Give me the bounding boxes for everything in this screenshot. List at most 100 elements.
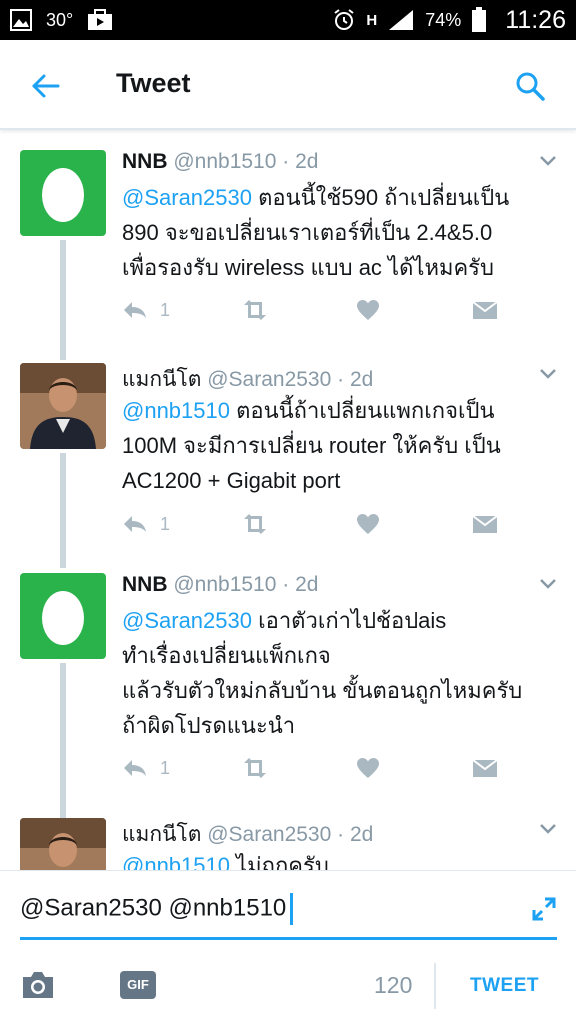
tweet-text-line: แล้วรับตัวใหม่กลับบ้าน ขั้นตอนถูกไหมครับ: [122, 678, 523, 703]
user-name[interactable]: แมกนีโต: [122, 368, 201, 391]
tweet-text-line: ไม่ถูกครับ: [229, 853, 329, 870]
tweet-item[interactable]: แมกนีโต @Saran2530 · 2d @nnb1510 ตอนนี้ถ…: [0, 363, 576, 568]
tweet-item[interactable]: แมกนีโต @Saran2530 · 2d @nnb1510 ไม่ถูกค…: [0, 818, 576, 870]
tweet-item[interactable]: NNB @nnb1510 · 2d @Saran2530 ตอนนี้ใช้59…: [0, 150, 576, 360]
reply-button[interactable]: 1: [122, 295, 170, 325]
retweet-icon: [244, 514, 266, 534]
user-handle[interactable]: @nnb1510: [173, 150, 276, 173]
mention-link[interactable]: @nnb1510: [122, 853, 230, 870]
arrow-left-icon[interactable]: [28, 68, 64, 104]
reply-count: 1: [160, 513, 171, 534]
tweet-text: @Saran2530 เอาตัวเก่าไปช้อปais ทำเรื่องเ…: [122, 603, 562, 743]
user-photo-icon: [20, 818, 106, 870]
user-name[interactable]: NNB: [122, 150, 168, 173]
gif-button[interactable]: GIF: [120, 971, 156, 999]
retweet-icon: [244, 758, 266, 778]
tweet-text-line: เอาตัวเก่าไปช้อปais: [251, 608, 447, 633]
egg-avatar-icon: [42, 168, 84, 222]
direct-message-button[interactable]: [472, 509, 498, 539]
like-button[interactable]: [356, 295, 380, 325]
egg-avatar-icon: [42, 591, 84, 645]
text-cursor: [290, 893, 294, 925]
compose-input-text: @Saran2530 @nnb1510: [20, 894, 287, 922]
reply-composer: @Saran2530 @nnb1510 GIF 120 TWEET: [0, 870, 576, 1024]
chevron-down-icon[interactable]: [538, 577, 558, 591]
search-icon[interactable]: [512, 68, 548, 104]
envelope-icon: [472, 301, 498, 319]
like-button[interactable]: [356, 509, 380, 539]
battery-percent-text: 74%: [425, 9, 462, 30]
chevron-down-icon[interactable]: [538, 154, 558, 168]
camera-icon[interactable]: [20, 969, 56, 1001]
tweet-time: 2d: [295, 150, 319, 173]
mention-link[interactable]: @Saran2530: [122, 185, 252, 210]
retweet-button[interactable]: [240, 753, 270, 783]
tweet-time: 2d: [349, 823, 374, 846]
reply-icon: [124, 302, 146, 318]
user-handle[interactable]: @Saran2530: [207, 823, 331, 846]
reply-icon: [124, 760, 146, 776]
compose-input[interactable]: @Saran2530 @nnb1510: [20, 893, 294, 925]
retweet-button[interactable]: [240, 509, 270, 539]
avatar[interactable]: [20, 363, 106, 449]
tweet-text-line: ทำเรื่องเปลี่ยนแพ็กเกจ: [122, 643, 331, 668]
tweet-time: 2d: [295, 573, 319, 596]
clock-text: 11:26: [505, 5, 566, 34]
like-button[interactable]: [356, 753, 380, 783]
tweet-button[interactable]: TWEET: [470, 975, 539, 997]
avatar[interactable]: [20, 818, 106, 870]
network-type-text: H: [366, 11, 378, 29]
alarm-icon: [334, 9, 355, 30]
retweet-icon: [244, 300, 266, 320]
gallery-icon: [10, 9, 32, 31]
user-handle[interactable]: @nnb1510: [173, 573, 276, 596]
tweet-text: @nnb1510 ไม่ถูกครับ: [122, 848, 562, 870]
tweet-text-line: ตอนนี้ถ้าเปลี่ยนแพกเกจเป็น: [229, 398, 495, 423]
user-name[interactable]: NNB: [122, 573, 168, 596]
character-count: 120: [374, 972, 413, 998]
thread-line: [60, 453, 66, 568]
tweet-text-line: เพื่อรองรับ wireless แบบ ac ได้ไหมครับ: [122, 255, 494, 280]
signal-icon: [389, 10, 414, 30]
battery-icon: [472, 7, 487, 32]
envelope-icon: [472, 515, 498, 533]
user-name[interactable]: แมกนีโต: [122, 823, 201, 846]
envelope-icon: [472, 759, 498, 777]
briefcase-icon: [88, 9, 113, 30]
direct-message-button[interactable]: [472, 753, 498, 783]
time-separator: ·: [337, 823, 345, 846]
tweet-header: NNB @nnb1510 · 2d: [122, 573, 318, 597]
tweet-actions: 1: [122, 753, 522, 783]
mention-link[interactable]: @nnb1510: [122, 398, 230, 423]
reply-icon: [124, 516, 146, 532]
tweet-text-line: ตอนนี้ใช้590 ถ้าเปลี่ยนเป็น: [251, 185, 510, 210]
temperature-text: 30°: [46, 9, 74, 30]
heart-icon: [357, 514, 379, 534]
time-separator: ·: [282, 573, 290, 596]
tweet-text-line: ถ้าผิดโปรดแนะนำ: [122, 713, 296, 738]
tweet-actions: 1: [122, 509, 522, 539]
chevron-down-icon[interactable]: [538, 822, 558, 836]
thread-line: [60, 240, 66, 360]
mention-link[interactable]: @Saran2530: [122, 608, 252, 633]
reply-count: 1: [160, 757, 171, 778]
tweet-item[interactable]: NNB @nnb1510 · 2d @Saran2530 เอาตัวเก่าไ…: [0, 573, 576, 818]
reply-button[interactable]: 1: [122, 753, 170, 783]
app-bar: Tweet: [0, 40, 576, 130]
avatar[interactable]: [20, 573, 106, 659]
expand-icon[interactable]: [530, 895, 558, 923]
user-handle[interactable]: @Saran2530: [207, 368, 331, 391]
divider: [434, 963, 436, 1009]
user-photo-icon: [20, 363, 106, 449]
chevron-down-icon[interactable]: [538, 367, 558, 381]
direct-message-button[interactable]: [472, 295, 498, 325]
avatar[interactable]: [20, 150, 106, 236]
reply-button[interactable]: 1: [122, 509, 170, 539]
retweet-button[interactable]: [240, 295, 270, 325]
tweet-text: @nnb1510 ตอนนี้ถ้าเปลี่ยนแพกเกจเป็น 100M…: [122, 393, 562, 498]
tweet-time: 2d: [349, 368, 374, 391]
tweet-text-line: AC1200 + Gigabit port: [122, 468, 341, 493]
status-bar: 30° H 74% 11:26: [0, 0, 576, 40]
tweet-text-line: 100M จะมีการเปลี่ยน router ให้ครับ เป็น: [122, 433, 501, 458]
time-separator: ·: [282, 150, 290, 173]
